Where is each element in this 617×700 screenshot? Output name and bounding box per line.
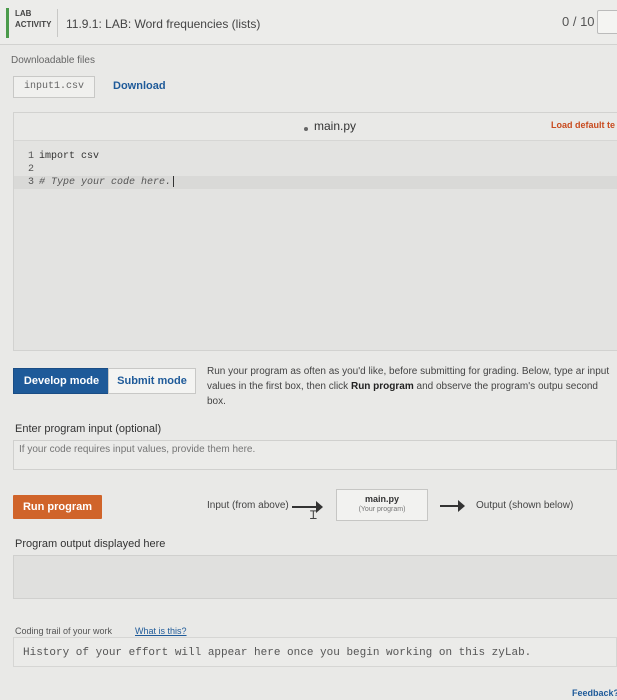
program-sub: (Your program) [358, 506, 406, 513]
lab-header: LAB ACTIVITY 11.9.1: LAB: Word frequenci… [0, 0, 617, 45]
unsaved-dot-icon [304, 127, 308, 131]
code-text: import csv [39, 151, 100, 162]
code-line-1[interactable]: 1 import csv [14, 150, 617, 163]
program-name: main.py [364, 494, 399, 504]
output-shown-below-label: Output (shown below) [476, 500, 574, 511]
submit-mode-button[interactable]: Submit mode [108, 368, 196, 394]
coding-trail-box: History of your effort will appear here … [13, 637, 617, 667]
score-display: 0 / 10 [562, 14, 595, 29]
text-cursor [173, 176, 175, 187]
program-input-label: Enter program input (optional) [15, 423, 162, 435]
program-box: main.py (Your program) [336, 489, 428, 521]
code-comment: # Type your code here. [39, 177, 172, 189]
input-from-above-label: Input (from above) [207, 500, 289, 511]
text-cursor-icon: Ɪ [310, 508, 317, 522]
what-is-this-link[interactable]: What is this? [135, 626, 187, 636]
editor-file-tab[interactable]: main.py [314, 119, 356, 133]
desc-run-program: Run program [350, 381, 414, 392]
mode-description: Run your program as often as you'd like,… [207, 364, 617, 409]
input-file-chip[interactable]: input1.csv [13, 76, 95, 98]
arrow-head-icon [316, 501, 323, 513]
code-line-2[interactable]: 2 [14, 163, 617, 176]
header-divider [57, 9, 58, 37]
program-output-label: Program output displayed here [15, 538, 166, 550]
run-program-button[interactable]: Run program [13, 495, 102, 519]
arrow-head-icon [458, 500, 465, 512]
program-output-area [13, 555, 617, 599]
code-editor[interactable]: main.py Load default te 1 import csv 2 3 #… [13, 112, 617, 351]
coding-trail-label: Coding trail of your work [15, 626, 113, 636]
download-link[interactable]: Download [113, 80, 166, 92]
editor-toolbar: main.py Load default te [14, 113, 617, 141]
arrow-right-icon [440, 505, 460, 507]
line-number: 2 [27, 164, 34, 175]
line-number: 1 [27, 151, 34, 162]
feedback-link[interactable]: Feedback? [572, 688, 617, 698]
line-number: 3 [27, 177, 34, 189]
downloadable-files-heading: Downloadable files [11, 55, 95, 66]
lab-title: 11.9.1: LAB: Word frequencies (lists) [66, 17, 261, 31]
develop-mode-button[interactable]: Develop mode [13, 368, 110, 394]
code-line-3[interactable]: 3 # Type your code here. [14, 176, 617, 189]
completion-checkbox[interactable] [597, 10, 617, 34]
load-default-template-link[interactable]: Load default te [551, 120, 615, 130]
program-input-field[interactable] [13, 440, 617, 470]
